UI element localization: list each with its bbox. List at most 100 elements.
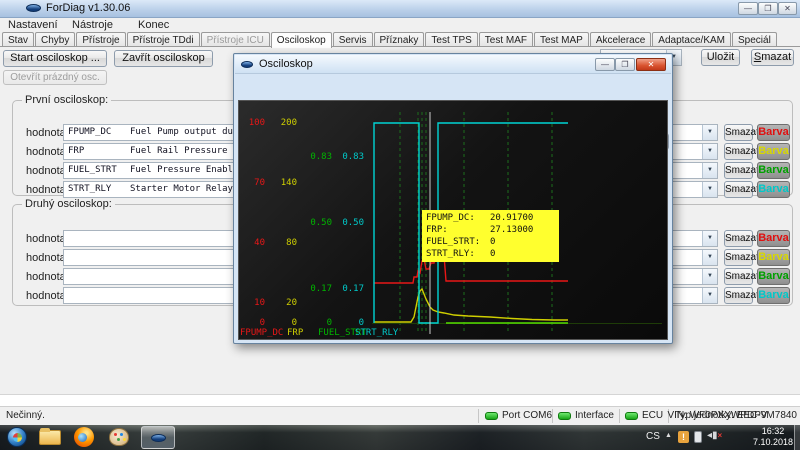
ulozit-button[interactable]: Uložit [701, 49, 740, 66]
scale-tick-strt_rly: 0.17 [330, 284, 364, 294]
show-desktop-button[interactable] [794, 425, 800, 450]
scope-close-button[interactable]: ✕ [636, 58, 666, 71]
pid-name: STRT_RLY [68, 184, 111, 194]
smazat-row-button[interactable]: Smazat [724, 268, 753, 285]
barva-button[interactable]: Barva [757, 162, 790, 179]
smazat-row-button[interactable]: Smazat [724, 143, 753, 160]
scope-minimize-button[interactable]: — [595, 58, 615, 71]
barva-button[interactable]: Barva [757, 124, 790, 141]
minimize-button[interactable]: — [738, 2, 758, 15]
tooltip-label: FRP: [426, 225, 448, 235]
chevron-down-icon[interactable]: ▼ [702, 269, 717, 284]
scale-tick-strt_rly: 0.83 [330, 152, 364, 162]
clock-time: 16:32 [750, 426, 796, 437]
menu-konec[interactable]: Konec [138, 19, 169, 31]
maximize-button[interactable]: ❐ [758, 2, 778, 15]
tab-test-map[interactable]: Test MAP [534, 32, 589, 47]
tooltip-value: 20.91700 [490, 213, 533, 223]
smazat-row-button[interactable]: Smazat [724, 124, 753, 141]
tab-p-stroje-icu: Přístroje ICU [201, 32, 270, 47]
chevron-down-icon[interactable]: ▼ [702, 125, 717, 140]
tab-osciloskop[interactable]: Osciloskop [271, 32, 332, 48]
scope-maximize-button[interactable]: ❐ [615, 58, 635, 71]
scale-tick-fuel_strt: 0.17 [298, 284, 332, 294]
tray-speaker-muted-icon[interactable]: ◂▮× [707, 430, 722, 441]
tab-speci-l[interactable]: Speciál [732, 32, 777, 47]
pid-name: FUEL_STRT [68, 165, 117, 175]
chevron-down-icon[interactable]: ▼ [702, 231, 717, 246]
barva-button[interactable]: Barva [757, 143, 790, 160]
smazat-preset-button[interactable]: Smazat [751, 49, 794, 66]
fordiag-taskbar-button[interactable] [141, 426, 175, 449]
scale-tick-fpump_dc: 0 [231, 318, 265, 328]
start-button[interactable] [7, 427, 27, 447]
barva-button[interactable]: Barva [757, 249, 790, 266]
tab-strip: StavChybyPřístrojePřístroje TDdiPřístroj… [2, 32, 798, 47]
tab-chyby[interactable]: Chyby [35, 32, 75, 47]
interface-led [558, 412, 571, 420]
barva-button[interactable]: Barva [757, 268, 790, 285]
smazat-row-button[interactable]: Smazat [724, 249, 753, 266]
scale-tick-fpump_dc: 10 [231, 298, 265, 308]
zavrit-osciloskop-button[interactable]: Zavřít osciloskop [114, 50, 213, 67]
tooltip-value: 27.13000 [490, 225, 533, 235]
pid-name: FRP [68, 146, 84, 156]
paint-icon[interactable] [109, 428, 129, 446]
trace-frp [374, 289, 568, 322]
pid-name: FPUMP_DC [68, 127, 111, 137]
smazat-row-button[interactable]: Smazat [724, 162, 753, 179]
chevron-down-icon[interactable]: ▼ [702, 182, 717, 197]
clock-date: 7.10.2018 [750, 437, 796, 448]
smazat-row-button[interactable]: Smazat [724, 230, 753, 247]
taskbar-clock[interactable]: 16:32 7.10.2018 [750, 426, 796, 448]
tab-p-znaky[interactable]: Příznaky [374, 32, 425, 47]
smazat-row-button[interactable]: Smazat [724, 287, 753, 304]
taskbar: CS ▲ ! ◂▮× 16:32 7.10.2018 [0, 425, 800, 450]
fordiag-icon [151, 434, 166, 442]
tab-test-maf[interactable]: Test MAF [479, 32, 533, 47]
druhy-osciloskop-legend: Druhý osciloskop: [22, 198, 115, 210]
scale-tick-frp: 0 [263, 318, 297, 328]
scope-display[interactable]: 1007040100200140802000.830.500.1700.830.… [238, 100, 668, 340]
firefox-icon[interactable] [74, 427, 94, 447]
log-strip [0, 394, 800, 406]
close-button[interactable]: ✕ [778, 2, 797, 15]
scale-tick-fpump_dc: 70 [231, 178, 265, 188]
scope-icon [241, 61, 253, 68]
smazat-preset-label: mazat [761, 51, 791, 63]
main-titlebar: ForDiag v1.30.06 — ❐ ✕ [0, 0, 800, 18]
scale-tick-fuel_strt: 0 [298, 318, 332, 328]
otevrit-prazdny-button[interactable]: Otevřít prázdný osc. [3, 70, 107, 85]
scope-title: Osciloskop [259, 58, 313, 70]
ecu-led [625, 412, 638, 420]
start-osciloskop-button[interactable]: Start osciloskop ... [3, 50, 107, 67]
tray-warning-icon[interactable]: ! [678, 431, 689, 443]
barva-button[interactable]: Barva [757, 287, 790, 304]
chevron-down-icon[interactable]: ▼ [702, 163, 717, 178]
chevron-down-icon[interactable]: ▼ [702, 250, 717, 265]
tray-expand-icon[interactable]: ▲ [665, 432, 672, 439]
tab-adaptace-kam[interactable]: Adaptace/KAM [652, 32, 731, 47]
barva-button[interactable]: Barva [757, 230, 790, 247]
scale-tick-fpump_dc: 100 [231, 118, 265, 128]
smazat-row-button[interactable]: Smazat [724, 181, 753, 198]
menu-nastaveni[interactable]: Nastavení [8, 19, 58, 31]
scale-tick-frp: 80 [263, 238, 297, 248]
explorer-icon[interactable] [39, 430, 61, 445]
menu-nastroje[interactable]: Nástroje [72, 19, 113, 31]
scale-tick-strt_rly: 0 [330, 318, 364, 328]
tab-akcelerace[interactable]: Akcelerace [590, 32, 651, 47]
tab-servis[interactable]: Servis [333, 32, 373, 47]
chevron-down-icon[interactable]: ▼ [702, 144, 717, 159]
tab-p-stroje-tddi[interactable]: Přístroje TDdi [127, 32, 200, 47]
status-state: Nečinný. [6, 410, 45, 421]
barva-button[interactable]: Barva [757, 181, 790, 198]
tab-stav[interactable]: Stav [2, 32, 34, 47]
status-interface: Interface [575, 410, 614, 421]
tab-test-tps[interactable]: Test TPS [425, 32, 477, 47]
tab-p-stroje[interactable]: Přístroje [76, 32, 125, 47]
tray-device-icon[interactable] [694, 431, 702, 443]
app-icon [26, 4, 41, 12]
language-indicator[interactable]: CS [646, 431, 660, 442]
chevron-down-icon[interactable]: ▼ [702, 288, 717, 303]
